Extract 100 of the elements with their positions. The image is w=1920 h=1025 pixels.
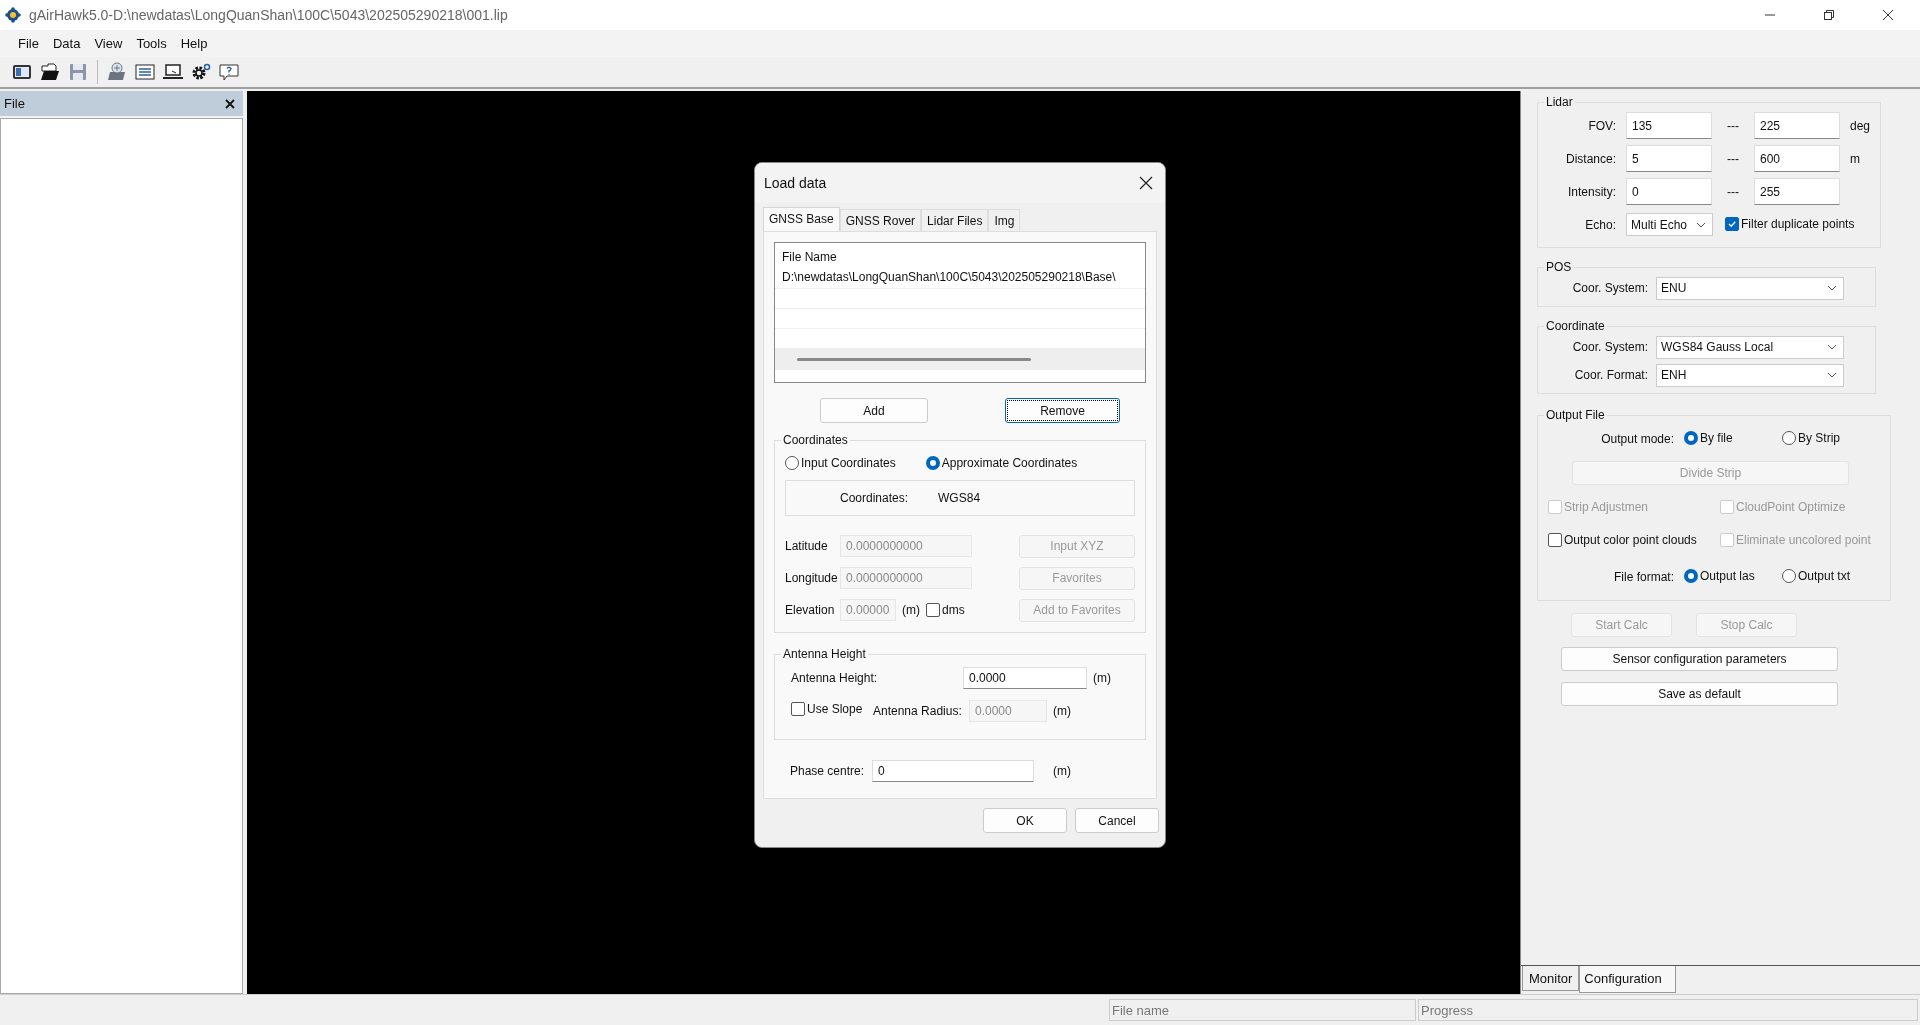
field-label: Distance: bbox=[1564, 151, 1616, 166]
caret-icon bbox=[1696, 221, 1706, 228]
radio-label: Approximate Coordinates bbox=[941, 456, 1078, 470]
unit-label: (m) bbox=[902, 603, 920, 617]
dialog-button[interactable]: OK bbox=[983, 808, 1067, 833]
unit-label: (m) bbox=[1053, 764, 1072, 778]
checkbox[interactable] bbox=[926, 603, 940, 617]
input-field[interactable]: 0 bbox=[1626, 178, 1712, 205]
checkbox-label: Strip Adjustmen bbox=[1564, 500, 1649, 514]
field-label: Elevation bbox=[785, 603, 836, 617]
tab[interactable]: Lidar Files bbox=[921, 209, 989, 231]
dropdown[interactable]: ENH bbox=[1656, 363, 1844, 387]
caret-icon bbox=[1827, 285, 1837, 291]
radio-label: By file bbox=[1700, 430, 1733, 445]
action-button[interactable]: Sensor configuration parameters bbox=[1561, 646, 1838, 671]
field-label: Antenna Radius: bbox=[873, 703, 963, 718]
window-title: gAirHawk5.0-D:\newdatas\LongQuanShan\100C\5043\202505290218\001.lip bbox=[29, 7, 509, 23]
unit-label: (m) bbox=[1093, 670, 1111, 685]
checkbox-label: dms bbox=[942, 603, 965, 617]
dialog-button[interactable]: Cancel bbox=[1075, 808, 1159, 833]
radio-button[interactable] bbox=[1782, 568, 1796, 583]
tab[interactable]: Configuration bbox=[1579, 966, 1676, 993]
input-field[interactable]: 0 bbox=[872, 760, 1035, 782]
checkbox-label: CloudPoint Optimize bbox=[1736, 500, 1846, 514]
column-header: File Name bbox=[781, 249, 838, 266]
group-title: Antenna Height bbox=[782, 647, 867, 661]
menu-item[interactable]: View bbox=[87, 34, 130, 53]
field-label: Coor. System: bbox=[1571, 281, 1648, 295]
group-title: Lidar bbox=[1545, 95, 1574, 109]
action-button[interactable]: Save as default bbox=[1561, 681, 1838, 706]
zoom-folder-icon[interactable] bbox=[106, 61, 128, 83]
group-title: Coordinate bbox=[1545, 319, 1606, 333]
tab[interactable]: Monitor bbox=[1522, 966, 1580, 991]
input-field[interactable]: 135 bbox=[1626, 112, 1712, 139]
caret-icon bbox=[1827, 344, 1837, 350]
input-field[interactable]: 0.0000 bbox=[963, 666, 1087, 689]
list-icon[interactable] bbox=[134, 61, 156, 83]
checkbox-label: Output color point clouds bbox=[1564, 533, 1697, 547]
checkbox-label: Filter duplicate points bbox=[1741, 217, 1855, 231]
group-title: Coordinates bbox=[782, 433, 849, 447]
checkbox[interactable] bbox=[1548, 533, 1562, 547]
close-icon[interactable] bbox=[225, 98, 235, 109]
menu-item[interactable]: Tools bbox=[129, 34, 174, 53]
menu-item[interactable]: Data bbox=[45, 34, 88, 53]
range-separator: --- bbox=[1726, 118, 1740, 133]
check-icon bbox=[1727, 219, 1737, 229]
list-button[interactable]: Add bbox=[820, 398, 928, 423]
group-title: POS bbox=[1545, 260, 1573, 274]
dropdown[interactable]: Multi Echo bbox=[1626, 213, 1713, 236]
status-field: File name bbox=[1109, 999, 1416, 1021]
tab[interactable]: GNSS Base bbox=[763, 207, 840, 231]
checkbox[interactable] bbox=[1725, 217, 1739, 231]
list-button[interactable]: Remove bbox=[1005, 398, 1120, 423]
radio-button[interactable] bbox=[925, 456, 940, 470]
radio-label: Output txt bbox=[1798, 568, 1851, 583]
radio-button[interactable] bbox=[1782, 430, 1796, 445]
input-field[interactable]: 600 bbox=[1754, 145, 1840, 172]
dropdown[interactable]: WGS84 Gauss Local bbox=[1656, 335, 1844, 359]
scrollbar-thumb[interactable] bbox=[797, 358, 1031, 361]
app-icon bbox=[5, 7, 21, 23]
checkbox[interactable] bbox=[791, 702, 805, 716]
radio-label: Output las bbox=[1700, 568, 1755, 583]
unit-label: (m) bbox=[1053, 703, 1071, 718]
range-separator: --- bbox=[1726, 184, 1740, 199]
field-label: Longitude bbox=[785, 571, 839, 585]
checkbox-label: Use Slope bbox=[807, 702, 863, 716]
field-label: Phase centre: bbox=[790, 764, 865, 778]
dropdown[interactable]: ENU bbox=[1656, 276, 1844, 300]
close-icon[interactable] bbox=[1139, 176, 1153, 190]
input-field[interactable]: 5 bbox=[1626, 145, 1712, 172]
radio-label: By Strip bbox=[1798, 430, 1840, 445]
restore-icon[interactable] bbox=[1823, 9, 1835, 21]
field-label: Coor. Format: bbox=[1573, 368, 1648, 382]
input-field[interactable]: 225 bbox=[1754, 112, 1840, 139]
menu-item[interactable]: Help bbox=[173, 34, 215, 53]
list-row[interactable]: D:\newdatas\LongQuanShan\100C\5043\202505290218\Base\ bbox=[775, 267, 1145, 289]
tab[interactable]: Img bbox=[988, 209, 1021, 231]
help-icon[interactable] bbox=[218, 61, 240, 83]
open-folder-icon[interactable] bbox=[39, 61, 61, 83]
input-field[interactable]: 255 bbox=[1754, 178, 1840, 205]
menu-item[interactable]: File bbox=[11, 34, 46, 53]
save-icon[interactable] bbox=[67, 61, 89, 83]
caret-icon bbox=[1827, 372, 1837, 378]
radio-button[interactable] bbox=[785, 456, 799, 470]
close-icon[interactable] bbox=[1882, 9, 1894, 21]
unit-label: deg bbox=[1850, 118, 1871, 133]
field-value: WGS84 bbox=[938, 491, 981, 505]
range-separator: --- bbox=[1726, 151, 1740, 166]
field-label: Coordinates: bbox=[840, 491, 909, 505]
status-field: Progress bbox=[1418, 999, 1918, 1021]
radio-button[interactable] bbox=[1684, 430, 1698, 445]
radio-label: Input Coordinates bbox=[801, 456, 896, 470]
dialog-title: Load data bbox=[764, 175, 827, 191]
panel-title: File bbox=[4, 96, 25, 111]
field-label: Output mode: bbox=[1600, 432, 1674, 446]
field-label: Coor. System: bbox=[1571, 340, 1648, 354]
radio-button[interactable] bbox=[1684, 568, 1698, 583]
unit-label: m bbox=[1850, 151, 1860, 166]
field-label: FOV: bbox=[1587, 118, 1616, 133]
tab[interactable]: GNSS Rover bbox=[839, 209, 922, 231]
